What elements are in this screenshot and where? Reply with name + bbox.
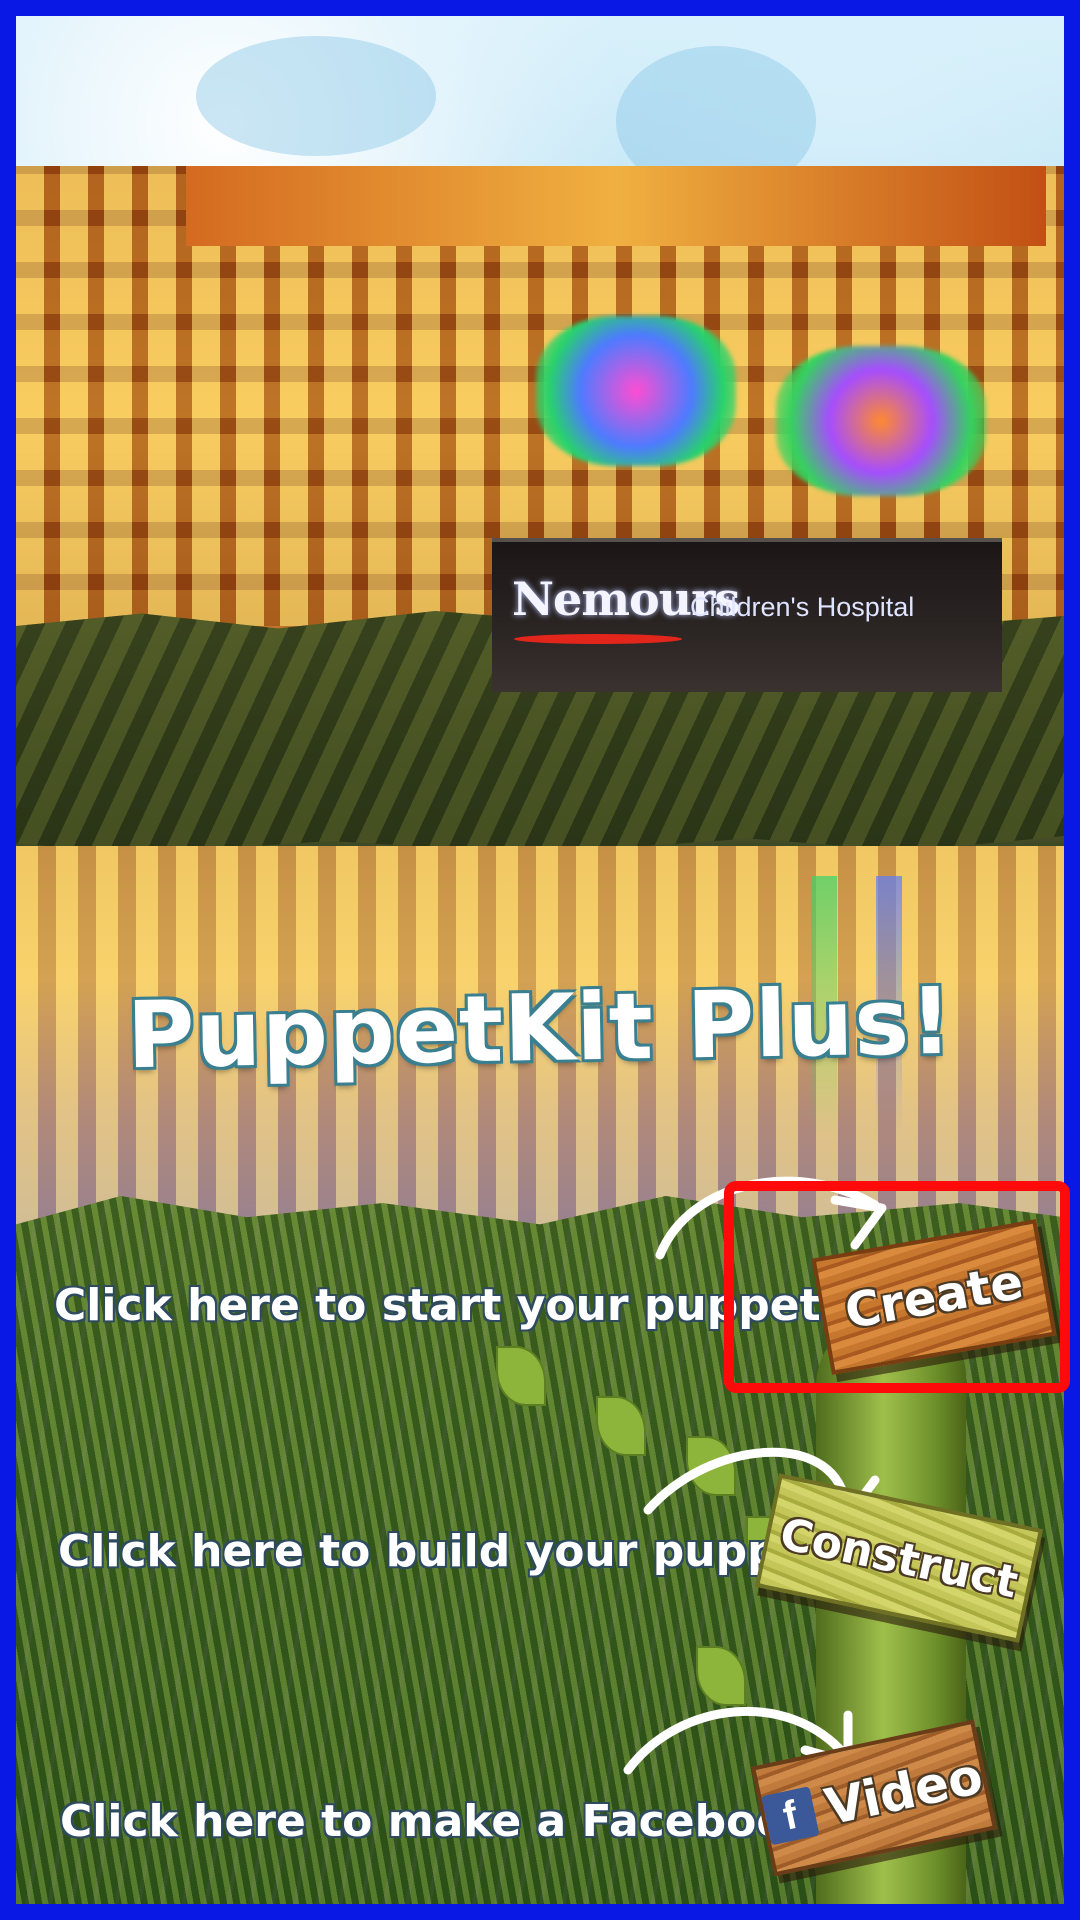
hospital-sign: Nemours Children's Hospital <box>492 538 1002 692</box>
sign-subtitle-text: Children's Hospital <box>690 592 915 622</box>
construct-button-label: Construct <box>775 1507 1023 1609</box>
sign-swoosh-logo <box>514 634 682 644</box>
video-button-label: Video <box>820 1746 988 1837</box>
cloud-decoration <box>196 36 436 156</box>
window-lights <box>776 346 986 496</box>
highlight-box <box>724 1181 1070 1393</box>
app-screen: Nemours Children's Hospital <box>16 16 1064 1904</box>
window-lights <box>536 316 736 466</box>
facebook-icon: f <box>761 1786 820 1846</box>
app-title: PuppetKit Plus! <box>126 967 954 1090</box>
hospital-roofline <box>186 166 1046 246</box>
